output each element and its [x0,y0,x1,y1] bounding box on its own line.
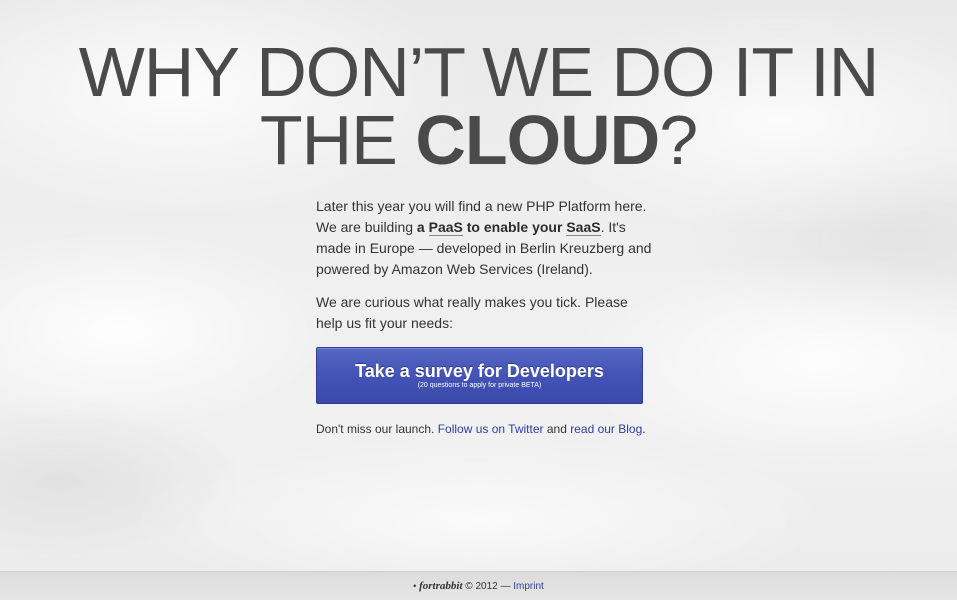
survey-button-sublabel: (20 questions to apply for private BETA) [417,382,542,389]
saas-highlight: SaaS [566,219,601,236]
imprint-link[interactable]: Imprint [513,581,544,592]
launch-suffix: . [642,422,646,436]
intro-bold-phrase: a PaaS to enable your SaaS [416,219,601,236]
intro-paragraph: Later this year you will find a new PHP … [316,196,656,280]
launch-middle: and [543,422,571,436]
page-headline: WHY DON’T WE DO IT IN THE CLOUD? [0,37,957,175]
survey-developers-button[interactable]: Take a survey for Developers (20 questio… [316,347,643,404]
headline-question-mark: ? [659,101,698,179]
blog-link[interactable]: read our Blog [570,422,642,436]
brand-bullet-icon: • [413,581,417,591]
brand-logo: fortrabbit [419,580,463,592]
headline-line-2-prefix: THE [259,101,398,179]
headline-cloud-word: CLOUD [415,101,660,179]
footer-copyright: © 2012 — [462,581,514,592]
survey-button-label: Take a survey for Developers [355,361,604,381]
launch-prefix: Don't miss our launch. [316,422,438,436]
curious-paragraph: We are curious what really makes you tic… [316,294,628,331]
paas-highlight: PaaS [428,219,463,236]
headline-line-1: WHY DON’T WE DO IT IN [78,33,880,111]
launch-notice: Don't miss our launch. Follow us on Twit… [316,420,646,438]
footer: • fortrabbit © 2012 — Imprint [0,571,957,600]
twitter-link[interactable]: Follow us on Twitter [438,422,544,436]
intro-content: Later this year you will find a new PHP … [316,196,656,346]
